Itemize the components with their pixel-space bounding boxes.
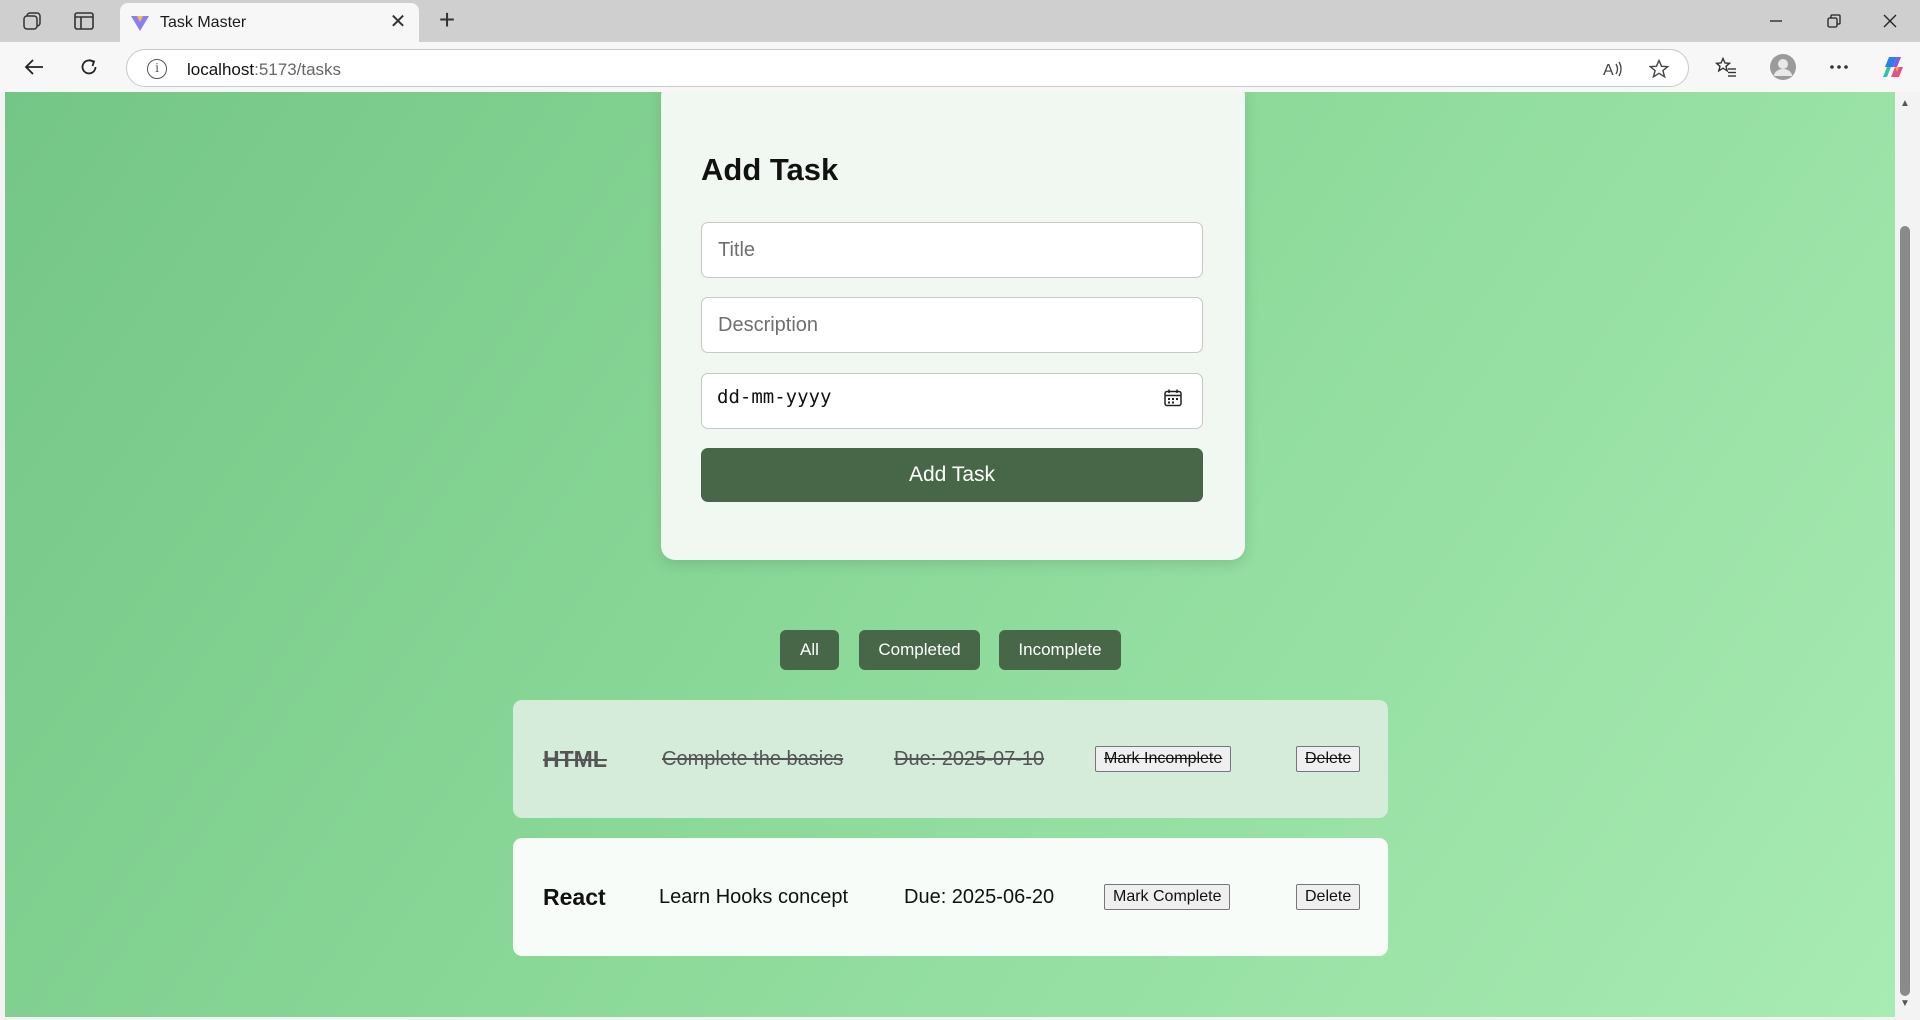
delete-button[interactable]: Delete — [1296, 746, 1361, 772]
site-info-icon[interactable]: i — [147, 59, 167, 79]
active-tab[interactable]: Task Master ✕ — [120, 3, 419, 42]
mark-incomplete-button[interactable]: Mark Incomplete — [1095, 746, 1232, 772]
vite-favicon-icon — [130, 13, 150, 38]
mark-complete-button[interactable]: Mark Complete — [1104, 884, 1231, 910]
filter-completed-button[interactable]: Completed — [859, 630, 980, 670]
description-input[interactable] — [701, 297, 1203, 353]
url-text: localhost:5173/tasks — [187, 60, 341, 80]
delete-button[interactable]: Delete — [1296, 884, 1361, 910]
task-item: React Learn Hooks concept Due: 2025-06-2… — [513, 838, 1388, 956]
url-host: localhost — [187, 60, 255, 79]
page-viewport: Add Task dd-mm-yyyy Add Task All Complet… — [5, 92, 1895, 1017]
read-aloud-icon[interactable]: A — [1601, 59, 1625, 79]
back-icon[interactable] — [22, 55, 46, 79]
close-tab-icon[interactable]: ✕ — [387, 11, 409, 33]
restore-icon[interactable] — [1806, 0, 1862, 42]
new-tab-icon[interactable]: + — [432, 6, 462, 36]
favorites-icon[interactable] — [1713, 55, 1739, 79]
title-input[interactable] — [701, 222, 1203, 278]
add-task-button[interactable]: Add Task — [701, 448, 1203, 502]
workspaces-icon[interactable] — [20, 10, 44, 32]
refresh-icon[interactable] — [77, 55, 101, 79]
scroll-up-icon[interactable]: ▲ — [1899, 98, 1911, 110]
tab-actions-icon[interactable] — [72, 10, 96, 32]
filter-incomplete-button[interactable]: Incomplete — [999, 630, 1121, 670]
tab-title: Task Master — [160, 14, 247, 31]
more-icon[interactable] — [1826, 55, 1852, 79]
url-path: :5173/tasks — [254, 60, 342, 79]
tab-bar: Task Master ✕ + — [0, 0, 1920, 42]
minimize-icon[interactable] — [1748, 0, 1804, 42]
browser-toolbar: i localhost:5173/tasks A — [0, 42, 1920, 92]
task-due-date: Due: 2025-06-20 — [904, 886, 1055, 908]
add-task-card: Add Task dd-mm-yyyy Add Task — [661, 92, 1245, 560]
task-description: Complete the basics — [662, 748, 844, 770]
task-title: HTML — [543, 746, 607, 772]
vertical-scrollbar[interactable]: ▲ ▼ — [1895, 92, 1915, 1017]
task-description: Learn Hooks concept — [659, 886, 849, 908]
favorite-star-icon[interactable] — [1647, 59, 1671, 79]
svg-text:A: A — [1603, 62, 1614, 78]
task-item: HTML Complete the basics Due: 2025-07-10… — [513, 700, 1388, 818]
profile-icon[interactable] — [1769, 53, 1797, 81]
copilot-icon[interactable] — [1880, 53, 1908, 81]
filter-all-button[interactable]: All — [780, 630, 839, 670]
date-placeholder: dd-mm-yyyy — [717, 386, 832, 408]
task-due-date: Due: 2025-07-10 — [894, 748, 1045, 770]
close-window-icon[interactable] — [1862, 0, 1918, 42]
form-heading: Add Task — [701, 152, 839, 187]
scroll-down-icon[interactable]: ▼ — [1899, 998, 1911, 1010]
address-bar[interactable]: i localhost:5173/tasks A — [126, 49, 1689, 87]
scroll-thumb[interactable] — [1900, 226, 1910, 996]
task-title: React — [543, 884, 606, 910]
calendar-icon[interactable] — [1163, 388, 1183, 408]
